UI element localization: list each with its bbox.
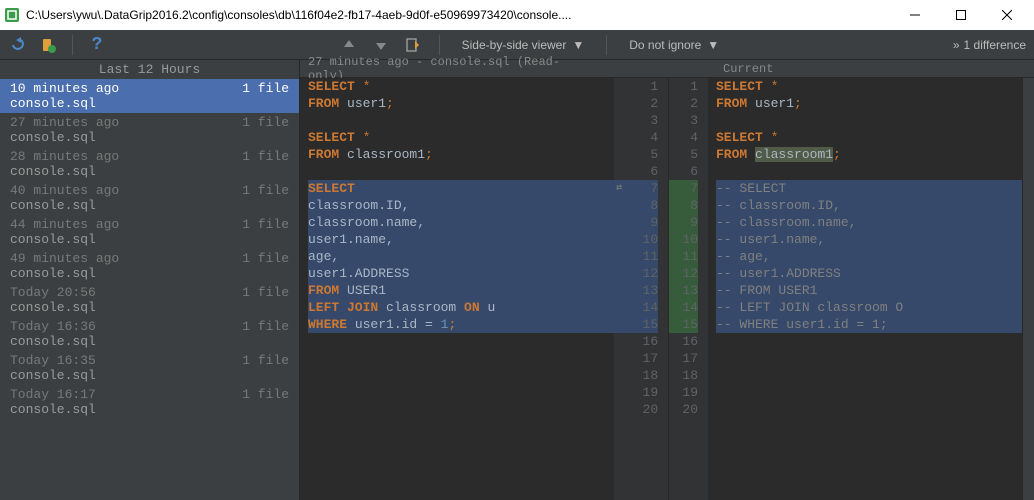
viewer-mode-label: Side-by-side viewer xyxy=(462,38,567,52)
history-time: 10 minutes ago xyxy=(10,81,119,96)
history-file: console.sql xyxy=(10,232,289,247)
app-icon xyxy=(4,7,20,23)
history-time: 44 minutes ago xyxy=(10,217,119,232)
right-code-pane[interactable]: SELECT * FROM user1; SELECT * FROM class… xyxy=(708,78,1022,500)
history-file: console.sql xyxy=(10,198,289,213)
history-count: 1 file xyxy=(242,81,289,96)
history-time: 27 minutes ago xyxy=(10,115,119,130)
history-time: Today 16:36 xyxy=(10,319,96,334)
history-count: 1 file xyxy=(242,183,289,198)
maximize-button[interactable] xyxy=(938,0,984,30)
history-item[interactable]: 49 minutes ago 1 fileconsole.sql xyxy=(0,249,299,283)
history-time: Today 20:56 xyxy=(10,285,96,300)
history-file: console.sql xyxy=(10,164,289,179)
history-file: console.sql xyxy=(10,402,289,417)
right-pane-title: Current xyxy=(593,62,773,76)
history-file: console.sql xyxy=(10,368,289,383)
titlebar: C:\Users\ywu\.DataGrip2016.2\config\cons… xyxy=(0,0,1034,30)
history-file: console.sql xyxy=(10,266,289,281)
window-title: C:\Users\ywu\.DataGrip2016.2\config\cons… xyxy=(26,8,892,22)
history-item[interactable]: Today 16:36 1 fileconsole.sql xyxy=(0,317,299,351)
arrow-down-icon[interactable] xyxy=(371,35,391,55)
history-count: 1 file xyxy=(242,115,289,130)
close-button[interactable] xyxy=(984,0,1030,30)
history-file: console.sql xyxy=(10,130,289,145)
history-item[interactable]: 44 minutes ago 1 fileconsole.sql xyxy=(0,215,299,249)
ignore-mode-label: Do not ignore xyxy=(629,38,701,52)
history-file: console.sql xyxy=(10,96,289,111)
gutter: ⇄ 1234567891011121314151617181920 123456… xyxy=(614,78,708,500)
ignore-mode-dropdown[interactable]: Do not ignore ▼ xyxy=(623,36,725,54)
history-count: 1 file xyxy=(242,319,289,334)
history-count: 1 file xyxy=(242,285,289,300)
history-time: Today 16:17 xyxy=(10,387,96,402)
history-item[interactable]: Today 16:35 1 fileconsole.sql xyxy=(0,351,299,385)
chevron-down-icon: ▼ xyxy=(707,38,719,52)
history-sidebar: Last 12 Hours 10 minutes ago1 fileconsol… xyxy=(0,60,300,500)
history-count: 1 file xyxy=(242,251,289,266)
history-count: 1 file xyxy=(242,149,289,164)
expand-icon[interactable]: » xyxy=(953,38,960,52)
history-item[interactable]: 10 minutes ago 1 fileconsole.sql xyxy=(0,79,299,113)
history-time: 40 minutes ago xyxy=(10,183,119,198)
apply-right-icon[interactable]: ⇄ xyxy=(614,180,628,197)
viewer-mode-dropdown[interactable]: Side-by-side viewer ▼ xyxy=(456,36,591,54)
minimize-button[interactable] xyxy=(892,0,938,30)
revert-icon[interactable] xyxy=(8,35,28,55)
sidebar-header: Last 12 Hours xyxy=(0,60,299,79)
left-code-pane[interactable]: SELECT * FROM user1; SELECT * FROM class… xyxy=(300,78,614,500)
history-file: console.sql xyxy=(10,334,289,349)
history-file: console.sql xyxy=(10,300,289,315)
history-time: Today 16:35 xyxy=(10,353,96,368)
history-item[interactable]: 28 minutes ago 1 fileconsole.sql xyxy=(0,147,299,181)
history-count: 1 file xyxy=(242,217,289,232)
history-time: 28 minutes ago xyxy=(10,149,119,164)
help-icon[interactable]: ? xyxy=(87,35,107,55)
arrow-up-icon[interactable] xyxy=(339,35,359,55)
restore-icon[interactable] xyxy=(38,35,58,55)
history-item[interactable]: 40 minutes ago 1 fileconsole.sql xyxy=(0,181,299,215)
diff-count: » 1 difference xyxy=(953,38,1026,52)
history-item[interactable]: Today 20:56 1 fileconsole.sql xyxy=(0,283,299,317)
history-time: 49 minutes ago xyxy=(10,251,119,266)
history-item[interactable]: 27 minutes ago 1 fileconsole.sql xyxy=(0,113,299,147)
history-item[interactable]: Today 16:17 1 fileconsole.sql xyxy=(0,385,299,419)
history-count: 1 file xyxy=(242,387,289,402)
chevron-down-icon: ▼ xyxy=(572,38,584,52)
history-count: 1 file xyxy=(242,353,289,368)
edit-icon[interactable] xyxy=(403,35,423,55)
scrollbar[interactable] xyxy=(1022,78,1034,500)
